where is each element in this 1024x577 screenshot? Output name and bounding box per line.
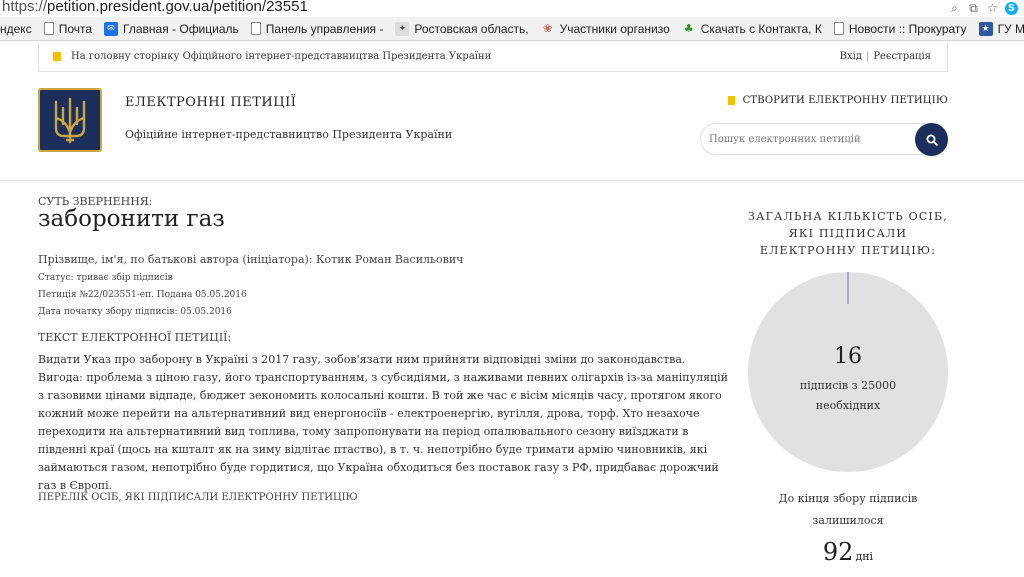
bookmark-mvd[interactable]: ★ ГУ МВД России по Р — [973, 17, 1024, 40]
mvd-icon: ★ — [978, 21, 993, 36]
trident-icon — [54, 97, 86, 144]
address-text[interactable]: https://petition.president.gov.ua/petiti… — [2, 0, 308, 15]
top-strip: На головну сторінку Офіційного інтернет-… — [38, 42, 948, 72]
petition-number: Петиція №22/023551-еп. Подана 05.05.2016 — [38, 290, 247, 300]
signatures-needed: підписів з 25000 необхідних — [748, 376, 948, 416]
bookmark-main[interactable]: ✉ Главная - Официаль — [98, 17, 245, 40]
bookmark-control-panel[interactable]: Панель управления - — [245, 17, 390, 40]
register-link[interactable]: Реєстрація — [873, 51, 931, 62]
header-divider — [0, 180, 1024, 181]
petition-start-date: Дата початку збору підписів: 05.05.2016 — [38, 307, 232, 317]
gov-emblem-icon: ✦ — [395, 21, 410, 36]
total-label-line: ЕЛЕКТРОННУ ПЕТИЦІЮ: — [759, 244, 937, 257]
petition-text-paragraph: Вигода: проблема з ціною газу, його тран… — [38, 371, 728, 492]
create-petition-button[interactable]: СТВОРИТИ ЕЛЕКТРОННУ ПЕТИЦІЮ — [727, 95, 948, 106]
skype-icon[interactable]: S — [1005, 1, 1018, 15]
petition-text: Видати Указ про заборону в Україні з 201… — [38, 351, 728, 495]
petition-author: Прізвище, ім'я, по батькові автора (ініц… — [38, 253, 464, 266]
auth-separator: | — [865, 51, 870, 62]
total-label-line: ЗАГАЛЬНА КІЛЬКІСТЬ ОСІБ, — [748, 210, 948, 223]
needed-line: підписів з 25000 — [799, 379, 897, 392]
page-icon — [833, 22, 844, 35]
search-box — [700, 123, 948, 156]
site-subtitle: Офіційне інтернет-представництво Президе… — [125, 128, 453, 141]
browser-url-bar[interactable]: https://petition.president.gov.ua/petiti… — [0, 0, 1024, 17]
create-petition-label: СТВОРИТИ ЕЛЕКТРОННУ ПЕТИЦІЮ — [742, 95, 948, 106]
bookmark-label: Главная - Официаль — [123, 21, 239, 36]
signers-list-label[interactable]: ПЕРЕЛІК ОСІБ, ЯКІ ПІДПИСАЛИ ЕЛЕКТРОННУ П… — [38, 492, 358, 503]
days-number: 92 — [822, 538, 854, 566]
translate-icon[interactable]: ⧉ — [967, 1, 980, 15]
bookmark-download[interactable]: ♣ Скачать с Контакта, К — [676, 17, 828, 40]
trident-emblem-logo[interactable] — [38, 88, 102, 152]
zoom-icon[interactable]: ⌕ — [948, 1, 961, 15]
search-input[interactable] — [709, 130, 909, 148]
search-button[interactable] — [915, 123, 948, 156]
bookmark-news[interactable]: Новости :: Прокурату — [828, 17, 973, 40]
time-remaining-label: До кінця збору підписів залишилося — [748, 488, 948, 532]
home-icon — [53, 52, 61, 61]
days-unit: дні — [855, 550, 874, 563]
star-icon[interactable]: ☆ — [986, 1, 999, 15]
urlbar-icons: ⌕ ⧉ ☆ S — [948, 0, 1018, 16]
petition-title: заборонити газ — [38, 206, 225, 232]
signature-count: 16 — [834, 344, 862, 369]
bookmark-label: Скачать с Контакта, К — [700, 21, 822, 36]
tree-icon: ♣ — [683, 21, 694, 35]
page-icon — [250, 22, 261, 35]
document-icon — [727, 96, 735, 105]
bookmarks-bar: ндекс Почта ✉ Главная - Официаль Панель … — [0, 17, 1024, 41]
bookmark-yandex[interactable]: ндекс — [0, 17, 38, 40]
remaining-line: залишилося — [812, 514, 884, 527]
petition-text-label: ТЕКСТ ЕЛЕКТРОННОЇ ПЕТИЦІЇ: — [38, 331, 232, 344]
bookmark-participants[interactable]: ❀ Участники организо — [535, 17, 676, 40]
progress-indicator — [847, 272, 849, 304]
bookmark-pochta[interactable]: Почта — [38, 17, 98, 40]
petition-text-paragraph: Видати Указ про заборону в Україні з 201… — [38, 353, 686, 366]
bookmark-rostov[interactable]: ✦ Ростовская область, — [389, 17, 534, 40]
total-signers-label: ЗАГАЛЬНА КІЛЬКІСТЬ ОСІБ, ЯКІ ПІДПИСАЛИ Е… — [748, 208, 948, 259]
url-path: petition.president.gov.ua/petition/23551 — [47, 0, 308, 15]
bookmark-label: Панель управления - — [265, 21, 384, 36]
petition-status: Статус: триває збір підписів — [38, 273, 173, 283]
needed-line: необхідних — [815, 399, 881, 412]
bookmark-label: ГУ МВД России по Р — [997, 21, 1024, 36]
home-link[interactable]: На головну сторінку Офіційного інтернет-… — [53, 51, 491, 62]
mail-icon: ✉ — [104, 21, 119, 36]
url-scheme: https:// — [2, 0, 48, 15]
progress-circle: 16 підписів з 25000 необхідних — [748, 272, 948, 472]
bookmark-label: ндекс — [0, 21, 32, 36]
days-remaining: 92 дні — [748, 538, 948, 566]
bookmark-label: Участники организо — [559, 21, 670, 36]
bookmark-label: Новости :: Прокурату — [848, 21, 967, 36]
page-icon — [43, 22, 54, 35]
globe-icon: ❀ — [542, 21, 553, 35]
bookmark-label: Ростовская область, — [414, 21, 529, 36]
bookmark-label: Почта — [58, 21, 93, 36]
search-icon — [926, 134, 938, 146]
auth-links: Вхід | Реєстрація — [840, 51, 931, 62]
login-link[interactable]: Вхід — [840, 51, 862, 62]
remaining-line: До кінця збору підписів — [778, 492, 918, 505]
site-title[interactable]: ЕЛЕКТРОННІ ПЕТИЦІЇ — [125, 95, 296, 110]
home-link-label: На головну сторінку Офіційного інтернет-… — [71, 51, 492, 62]
total-label-line: ЯКІ ПІДПИСАЛИ — [788, 227, 908, 240]
